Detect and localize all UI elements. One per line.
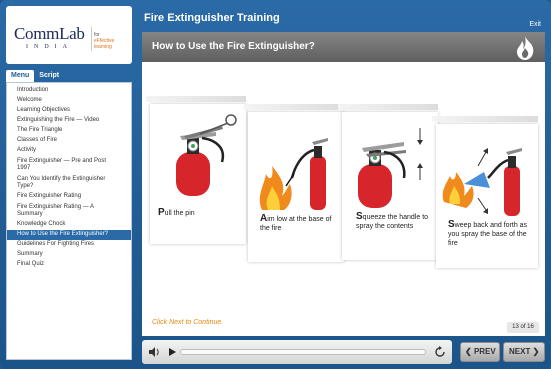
chevron-left-icon: ❮ — [465, 347, 472, 356]
menu-item[interactable]: Welcome — [7, 96, 131, 106]
step-text-aim: Aim low at the base of the fire — [260, 214, 340, 233]
continue-prompt: Click Next to Continue. — [152, 319, 224, 326]
tab-script[interactable]: Script — [34, 70, 64, 82]
menu-item-active[interactable]: How to Use the Fire Extinguisher? — [7, 229, 131, 240]
menu-item[interactable]: Classes of Fire — [7, 136, 131, 146]
next-label: NEXT — [509, 347, 531, 356]
menu-item[interactable]: Fire Extinguisher Rating — [7, 192, 131, 202]
speaker-icon — [149, 347, 159, 357]
replay-icon — [435, 346, 445, 357]
card-tab — [244, 104, 344, 110]
step-text-squeeze: Squeeze the handle to spray the contents — [356, 212, 436, 231]
slide-title: How to Use the Fire Extinguisher? — [152, 41, 315, 52]
menu-item[interactable]: Summary — [7, 250, 131, 260]
extinguisher-pull-illustration — [176, 114, 237, 196]
card-tab — [338, 104, 438, 110]
menu-item[interactable]: Fire Extinguisher — Pre and Post 1997 — [7, 156, 131, 174]
menu-item[interactable]: Knowledge Chock — [7, 220, 131, 230]
step-initial: P — [158, 207, 165, 218]
menu-item[interactable]: Extinguishing the Fire — Video — [7, 116, 131, 126]
replay-button[interactable] — [432, 344, 448, 360]
step-card-aim: Aim low at the base of the fire — [244, 104, 344, 262]
menu-item[interactable]: The Fire Triangle — [7, 126, 131, 136]
chevron-right-icon: ❯ — [532, 347, 540, 356]
fire-icon — [517, 36, 534, 60]
exit-button[interactable]: Exit — [529, 21, 541, 28]
page-counter: 13 of 16 — [507, 322, 539, 333]
step-description: im low at the base of the fire — [260, 216, 332, 232]
step-description: queeze the handle to spray the contents — [356, 214, 429, 230]
logo-divider — [91, 27, 92, 51]
extinguisher-squeeze-illustration — [358, 128, 423, 208]
menu-item[interactable]: Can You Identify the Extinguisher Type? — [7, 174, 131, 192]
menu-item[interactable]: Activity — [7, 146, 131, 156]
step-text-sweep: Sweep back and forth as you spray the ba… — [448, 220, 534, 248]
logo-tagline: for eFfective learning — [94, 32, 132, 50]
prev-button[interactable]: ❮ PREV — [460, 342, 500, 362]
step-card-pull: Pull the pin — [146, 96, 246, 244]
menu-item[interactable]: Final Quiz — [7, 260, 131, 270]
menu-item[interactable]: Introduction — [7, 83, 131, 96]
slide-stage: How to Use the Fire Extinguisher? Pull t… — [142, 32, 545, 336]
logo-tagline-line2: eFfective learning — [94, 38, 115, 50]
extinguisher-sweep-illustration — [442, 148, 522, 216]
logo-sub: INDIA — [26, 44, 73, 50]
logo-name: CommLab — [14, 24, 85, 43]
next-button[interactable]: NEXT ❯ — [503, 342, 545, 362]
step-card-squeeze: Squeeze the handle to spray the contents — [338, 104, 438, 260]
sidebar-tabs: Menu Script — [6, 70, 64, 82]
step-card-sweep: Sweep back and forth as you spray the ba… — [432, 116, 538, 268]
menu-item[interactable]: Guidelines For Fighting Fires — [7, 240, 131, 250]
card-tab — [432, 116, 538, 122]
play-button[interactable] — [164, 344, 180, 360]
menu-item[interactable]: Learning Objectives — [7, 106, 131, 116]
media-controls — [142, 340, 452, 364]
volume-button[interactable] — [146, 344, 162, 360]
player-frame: CommLab INDIA for eFfective learning Fir… — [0, 0, 551, 369]
play-icon — [169, 348, 176, 356]
logo: CommLab INDIA for eFfective learning — [6, 6, 132, 64]
step-description: weep back and forth as you spray the bas… — [448, 222, 528, 247]
step-initial: S — [356, 211, 363, 222]
step-initial: S — [448, 219, 455, 230]
step-description: ull the pin — [164, 210, 195, 217]
sidebar-menu: Introduction Welcome Learning Objectives… — [6, 82, 132, 360]
card-tab — [146, 96, 246, 102]
seek-bar[interactable] — [180, 349, 426, 355]
course-title: Fire Extinguisher Training — [144, 12, 280, 24]
menu-item[interactable]: Fire Extinguisher Rating — A Summary — [7, 202, 131, 220]
tab-menu[interactable]: Menu — [6, 70, 35, 82]
step-text-pull: Pull the pin — [158, 208, 195, 218]
extinguisher-aim-illustration — [259, 138, 328, 210]
prev-label: PREV — [473, 347, 496, 356]
slide-header: How to Use the Fire Extinguisher? — [142, 32, 545, 62]
